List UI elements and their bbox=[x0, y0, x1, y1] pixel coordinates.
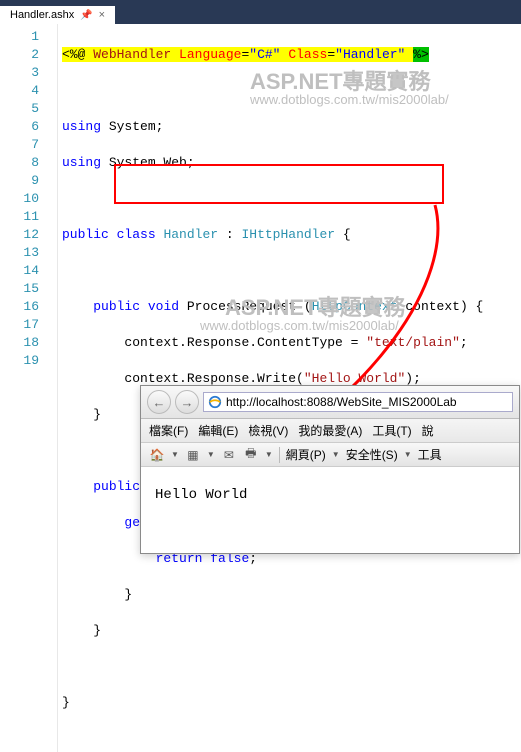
safety-menu[interactable]: 安全性(S) bbox=[346, 446, 398, 463]
print-icon[interactable]: 🖶 bbox=[243, 447, 259, 463]
chevron-down-icon[interactable]: ▼ bbox=[207, 450, 215, 459]
forward-button[interactable]: → bbox=[175, 390, 199, 414]
menu-tools[interactable]: 工具(T) bbox=[372, 422, 411, 439]
back-button[interactable]: ← bbox=[147, 390, 171, 414]
chevron-down-icon[interactable]: ▼ bbox=[171, 450, 179, 459]
menu-help[interactable]: 說 bbox=[422, 422, 434, 439]
tab-bar: Handler.ashx 📌 × bbox=[0, 0, 521, 24]
separator bbox=[279, 447, 280, 463]
line-gutter: 12345678910111213141516171819 bbox=[0, 24, 58, 752]
home-icon[interactable]: 🏠 bbox=[149, 447, 165, 463]
chevron-down-icon[interactable]: ▼ bbox=[404, 450, 412, 459]
menu-favorites[interactable]: 我的最愛(A) bbox=[298, 422, 362, 439]
output-text: Hello World bbox=[155, 487, 247, 503]
chevron-down-icon[interactable]: ▼ bbox=[265, 450, 273, 459]
ie-icon bbox=[208, 395, 222, 409]
feeds-icon[interactable]: ▦ bbox=[185, 447, 201, 463]
browser-toolbar: 🏠 ▼ ▦ ▼ ✉ 🖶 ▼ 網頁(P) ▼ 安全性(S) ▼ 工具 bbox=[141, 443, 519, 467]
pin-icon[interactable]: 📌 bbox=[80, 10, 92, 21]
tab-label: Handler.ashx bbox=[10, 9, 74, 21]
chevron-down-icon[interactable]: ▼ bbox=[332, 450, 340, 459]
close-icon[interactable]: × bbox=[99, 9, 105, 21]
tools-menu[interactable]: 工具 bbox=[418, 446, 442, 463]
browser-menu-bar: 檔案(F) 編輯(E) 檢視(V) 我的最愛(A) 工具(T) 說 bbox=[141, 419, 519, 443]
browser-content: Hello World bbox=[141, 467, 519, 553]
mail-icon[interactable]: ✉ bbox=[221, 447, 237, 463]
browser-window: ← → http://localhost:8088/WebSite_MIS200… bbox=[140, 385, 520, 554]
menu-edit[interactable]: 編輯(E) bbox=[198, 422, 238, 439]
menu-view[interactable]: 檢視(V) bbox=[248, 422, 288, 439]
file-tab[interactable]: Handler.ashx 📌 × bbox=[0, 6, 115, 24]
browser-nav-bar: ← → http://localhost:8088/WebSite_MIS200… bbox=[141, 386, 519, 419]
address-bar[interactable]: http://localhost:8088/WebSite_MIS2000Lab bbox=[203, 392, 513, 412]
menu-file[interactable]: 檔案(F) bbox=[149, 422, 188, 439]
url-text: http://localhost:8088/WebSite_MIS2000Lab bbox=[226, 395, 457, 409]
page-menu[interactable]: 網頁(P) bbox=[286, 446, 326, 463]
